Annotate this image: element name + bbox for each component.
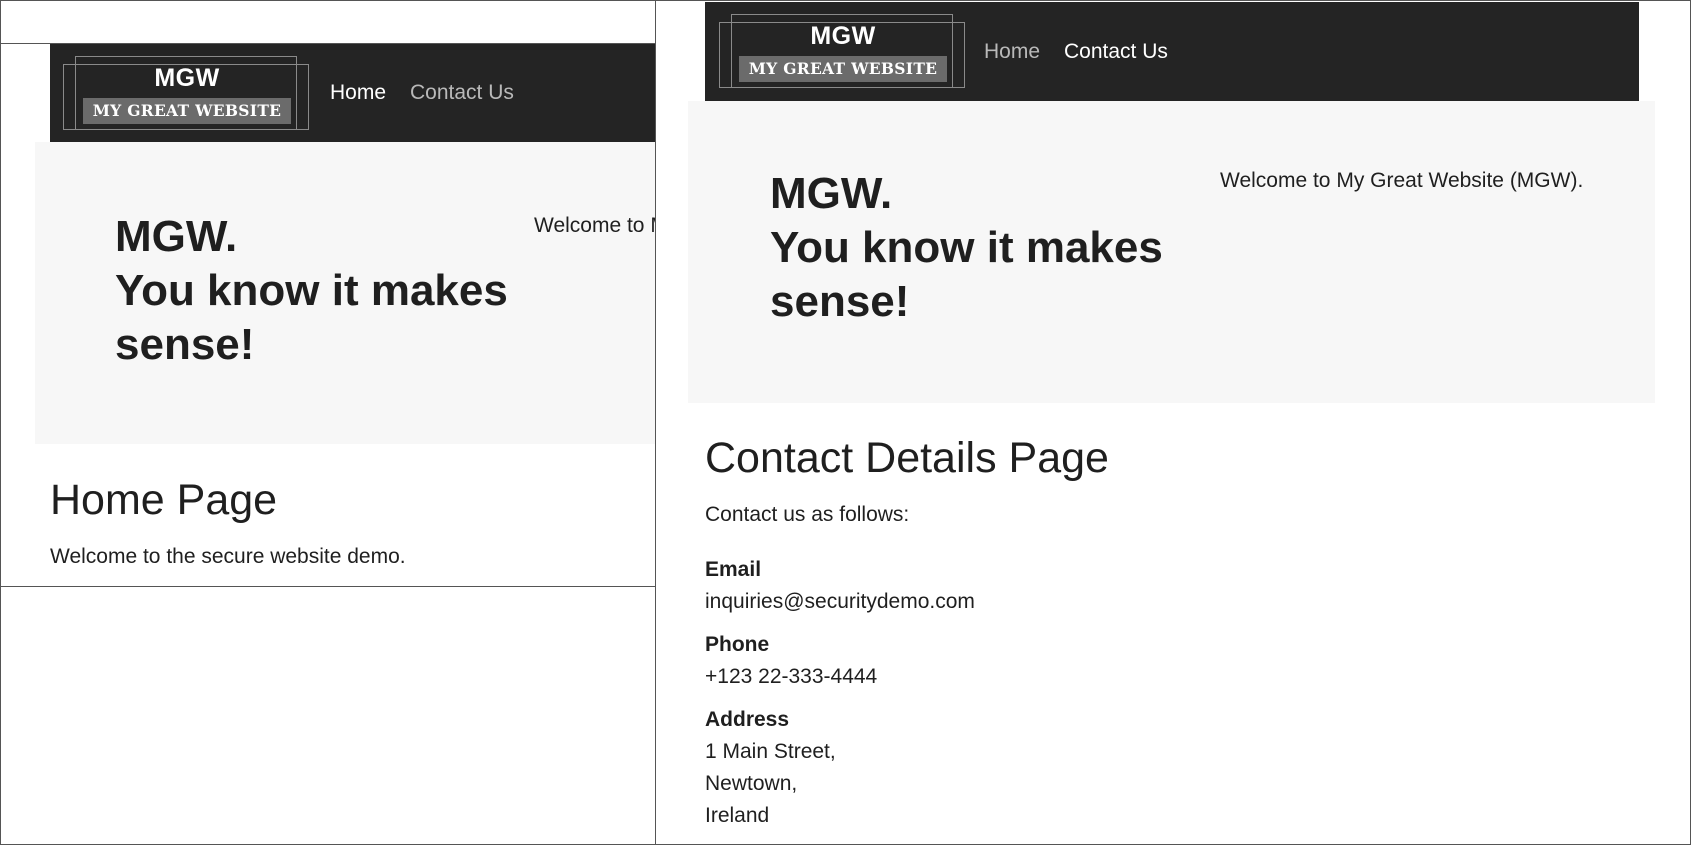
- hero-title-line: MGW.: [115, 212, 238, 261]
- page-title: Home Page: [50, 476, 278, 524]
- hero-title-line: You know it makes: [770, 223, 1163, 272]
- contact-screenshot: MGW MY GREAT WEBSITE Home Contact Us MGW…: [656, 0, 1691, 845]
- address-group: Address 1 Main Street, Newtown, Ireland: [705, 704, 975, 832]
- contact-navbar: MGW MY GREAT WEBSITE Home Contact Us: [705, 2, 1639, 101]
- hero-welcome-text: Welcome to My Great Website (MGW).: [1220, 169, 1584, 192]
- home-navbar: MGW MY GREAT WEBSITE Home Contact Us: [50, 44, 655, 142]
- home-hero: MGW. You know it makes sense! Welcome to…: [35, 142, 655, 444]
- hero-title: MGW. You know it makes sense!: [770, 167, 1163, 329]
- contact-hero: MGW. You know it makes sense! Welcome to…: [688, 101, 1655, 403]
- nav-contact-link[interactable]: Contact Us: [410, 81, 514, 105]
- nav-contact-link[interactable]: Contact Us: [1064, 40, 1168, 64]
- hero-title-line: sense!: [770, 277, 910, 326]
- site-logo[interactable]: MGW MY GREAT WEBSITE: [63, 56, 311, 132]
- hero-title-line: sense!: [115, 320, 255, 369]
- nav-home-link[interactable]: Home: [330, 81, 386, 105]
- address-line: Newtown,: [705, 772, 798, 795]
- hero-welcome-text: Welcome to My Great Website (MGW).: [534, 214, 655, 237]
- email-value[interactable]: inquiries@securitydemo.com: [705, 586, 975, 618]
- site-logo[interactable]: MGW MY GREAT WEBSITE: [719, 14, 967, 90]
- logo-tagline: MY GREAT WEBSITE: [739, 56, 947, 82]
- email-label: Email: [705, 558, 762, 581]
- logo-title: MGW: [154, 64, 220, 92]
- address-line: Ireland: [705, 804, 770, 827]
- phone-value: +123 22-333-4444: [705, 665, 878, 688]
- contact-intro: Contact us as follows:: [705, 503, 910, 526]
- hero-title-line: MGW.: [770, 169, 893, 218]
- hero-title-line: You know it makes: [115, 266, 508, 315]
- page-title: Contact Details Page: [705, 434, 1109, 482]
- phone-label: Phone: [705, 633, 770, 656]
- address-line: 1 Main Street,: [705, 740, 836, 763]
- contact-details: Email inquiries@securitydemo.com Phone +…: [705, 554, 975, 843]
- logo-tagline: MY GREAT WEBSITE: [83, 98, 291, 124]
- email-group: Email inquiries@securitydemo.com: [705, 554, 975, 618]
- address-label: Address: [705, 708, 790, 731]
- phone-group: Phone +123 22-333-4444: [705, 629, 975, 693]
- nav-home-link[interactable]: Home: [984, 40, 1040, 64]
- page-text: Welcome to the secure website demo.: [50, 545, 406, 568]
- hero-title: MGW. You know it makes sense!: [115, 210, 508, 372]
- home-screenshot: MGW MY GREAT WEBSITE Home Contact Us MGW…: [0, 0, 655, 845]
- logo-title: MGW: [810, 22, 876, 50]
- divider-line: [0, 586, 655, 587]
